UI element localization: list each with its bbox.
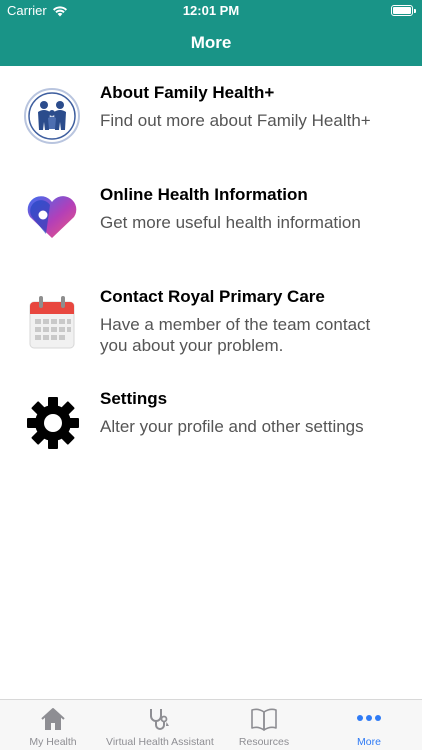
home-icon	[40, 706, 66, 737]
menu-item-about[interactable]: About Family Health+ Find out more about…	[0, 80, 422, 180]
menu-item-description: Alter your profile and other settings	[100, 417, 364, 436]
tab-bar: My Health Virtual Health Assistant Resou…	[0, 699, 422, 750]
gear-icon	[22, 392, 82, 452]
menu-item-online-health-info[interactable]: Online Health Information Get more usefu…	[0, 182, 422, 282]
menu-item-description: Find out more about Family Health+	[100, 111, 371, 130]
menu-item-description: Have a member of the team contact you ab…	[100, 315, 371, 355]
tab-label: Virtual Health Assistant	[106, 736, 214, 748]
menu-item-description: Get more useful health information	[100, 213, 361, 232]
book-icon	[250, 706, 278, 737]
tab-label: More	[357, 736, 381, 748]
tab-more[interactable]: More	[316, 700, 422, 750]
menu-item-contact[interactable]: Contact Royal Primary Care Have a member…	[0, 284, 422, 384]
status-bar: Carrier 12:01 PM	[0, 0, 422, 22]
tab-label: My Health	[29, 736, 77, 748]
tab-resources[interactable]: Resources	[212, 700, 316, 750]
stethoscope-icon	[146, 706, 172, 737]
tab-my-health[interactable]: My Health	[0, 700, 106, 750]
tab-virtual-health-assistant[interactable]: Virtual Health Assistant	[106, 700, 214, 750]
menu-item-title: About Family Health+	[100, 83, 275, 102]
menu-item-title: Contact Royal Primary Care	[100, 287, 325, 306]
family-icon	[22, 86, 82, 146]
calendar-icon	[22, 292, 82, 352]
heart-location-icon	[22, 186, 82, 246]
battery-icon	[391, 5, 416, 16]
tab-label: Resources	[238, 736, 290, 748]
status-time: 12:01 PM	[182, 3, 240, 18]
menu-item-title: Online Health Information	[100, 185, 308, 204]
menu-item-title: Settings	[100, 389, 168, 408]
menu-item-settings[interactable]: Settings Alter your profile and other se…	[0, 386, 422, 486]
more-dots-icon	[356, 710, 382, 731]
navigation-header: Carrier 12:01 PM More	[0, 0, 422, 66]
page-title: More	[190, 33, 232, 52]
